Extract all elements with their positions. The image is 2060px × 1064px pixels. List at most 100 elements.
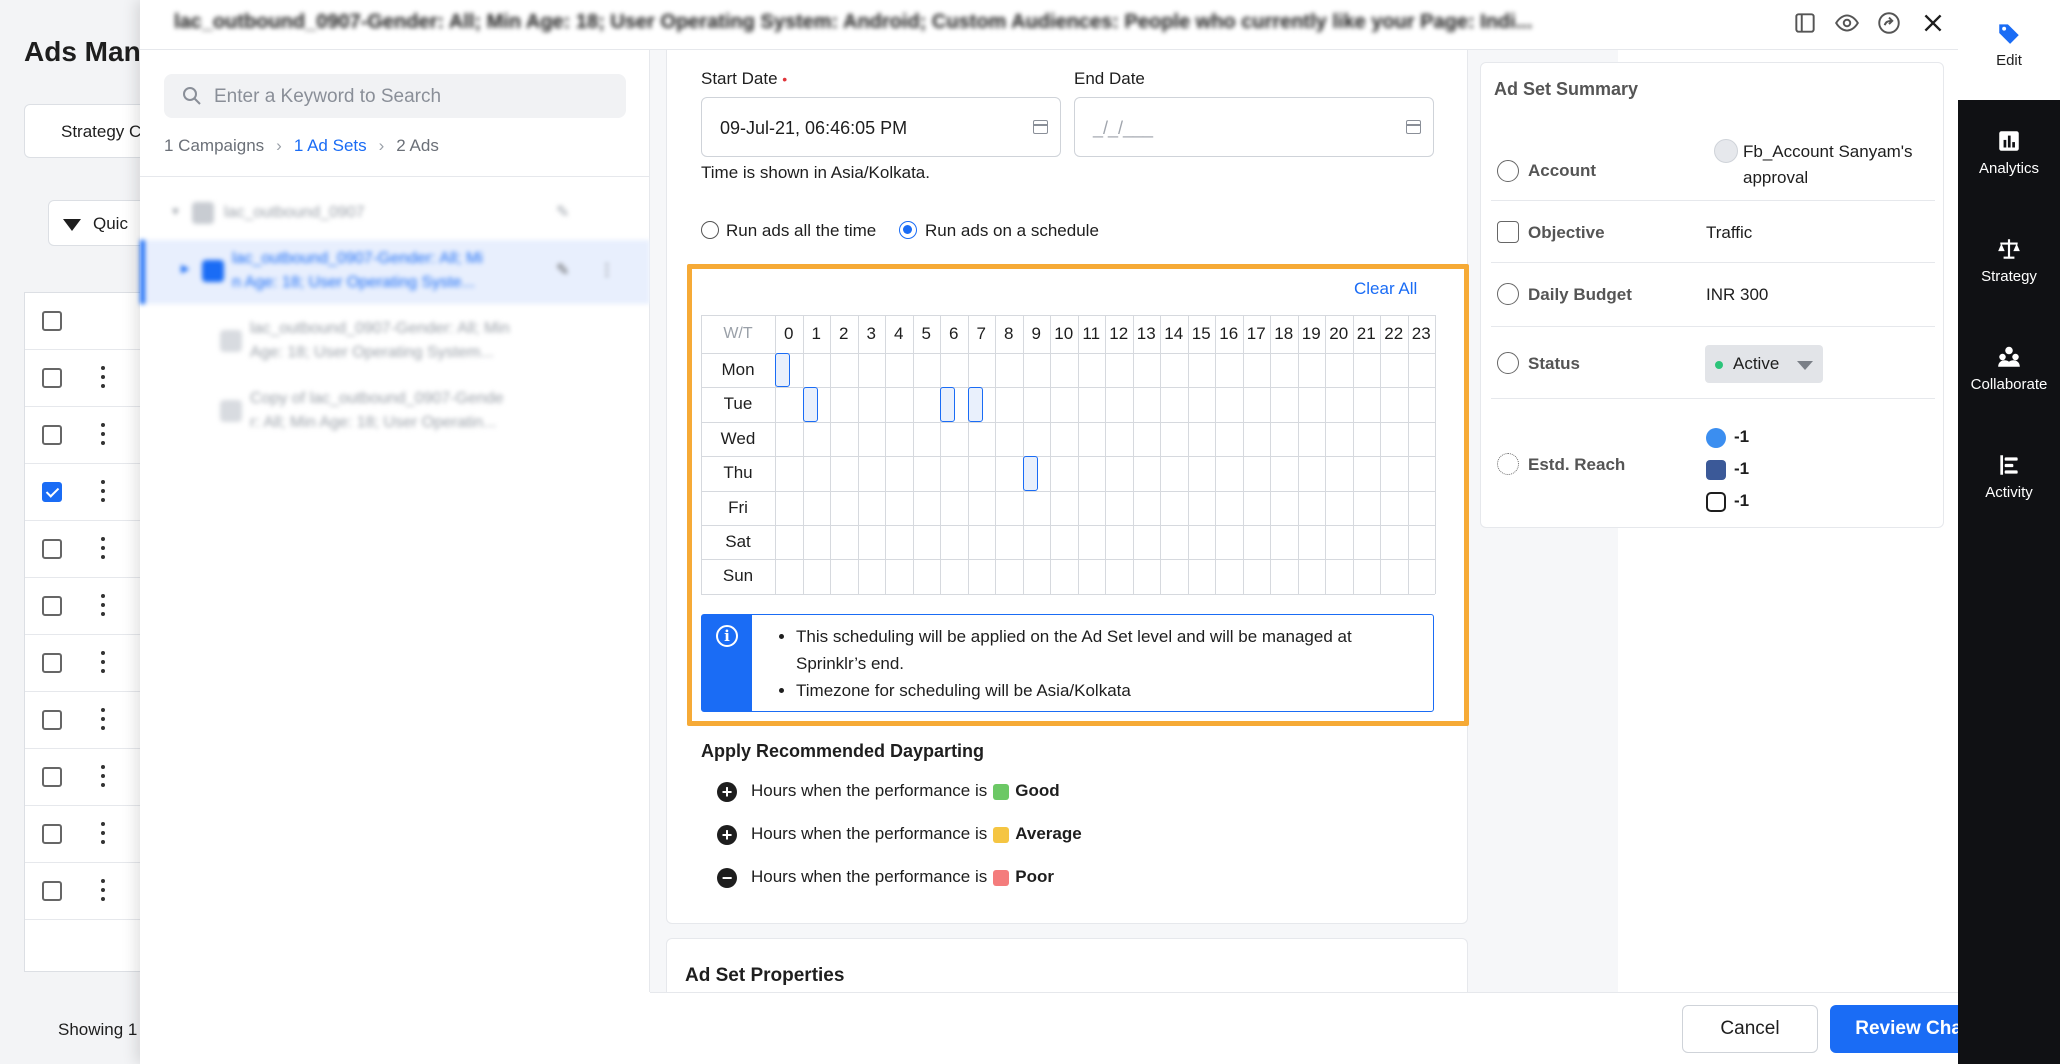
- plus-circle-icon[interactable]: +: [717, 781, 737, 802]
- breadcrumb-ad-sets[interactable]: 1 Ad Sets: [294, 136, 367, 155]
- selected-time-slot[interactable]: [802, 387, 818, 422]
- reach-values: -1 -1 -1: [1706, 421, 1749, 517]
- grid-line: [1077, 315, 1079, 594]
- select-all-checkbox[interactable]: [42, 311, 62, 331]
- filter-icon: [63, 218, 81, 231]
- row-checkbox[interactable]: [42, 368, 62, 388]
- row-checkbox[interactable]: [42, 881, 62, 901]
- edit-pencil-icon[interactable]: ✎: [556, 202, 569, 222]
- row-more-icon[interactable]: [101, 765, 105, 787]
- dayparting-average-row[interactable]: + Hours when the performance is Average: [717, 822, 1082, 846]
- end-date-placeholder: _/_/___: [1093, 118, 1154, 138]
- row-checkbox[interactable]: [42, 824, 62, 844]
- breadcrumb-campaigns[interactable]: 1 Campaigns: [164, 136, 264, 155]
- more-options-icon[interactable]: ⋮: [599, 260, 615, 280]
- status-dropdown[interactable]: Active: [1705, 345, 1823, 383]
- dayparting-good-row[interactable]: + Hours when the performance is Good: [717, 779, 1060, 803]
- info-strip: i: [702, 615, 752, 711]
- showing-count: Showing 1: [58, 1020, 138, 1039]
- row-checkbox[interactable]: [42, 767, 62, 787]
- row-checkbox[interactable]: [42, 596, 62, 616]
- row-more-icon[interactable]: [101, 423, 105, 445]
- row-more-icon[interactable]: [101, 651, 105, 673]
- start-date-field[interactable]: 09-Jul-21, 06:46:05 PM: [701, 97, 1061, 157]
- rail-collaborate[interactable]: Collaborate: [1958, 344, 2060, 393]
- row-more-icon[interactable]: [101, 708, 105, 730]
- row-checkbox[interactable]: [42, 539, 62, 559]
- search-input[interactable]: Enter a Keyword to Search: [164, 74, 626, 118]
- panel-toggle-icon[interactable]: [1792, 10, 1818, 36]
- row-checkbox[interactable]: [42, 653, 62, 673]
- dayparting-title: Apply Recommended Dayparting: [701, 741, 985, 761]
- plus-circle-icon[interactable]: +: [717, 824, 737, 845]
- campaign-icon: [192, 202, 214, 224]
- summary-title: Ad Set Summary: [1494, 79, 1639, 99]
- preview-eye-icon[interactable]: [1834, 10, 1860, 36]
- day-label: Sat: [725, 532, 751, 551]
- run-all-time-label[interactable]: Run ads all the time: [726, 221, 876, 241]
- breadcrumb-ads[interactable]: 2 Ads: [396, 136, 439, 155]
- minus-circle-icon[interactable]: −: [717, 867, 737, 888]
- required-marker: •: [782, 71, 788, 87]
- grid-line: [830, 315, 831, 594]
- clear-all-link[interactable]: Clear All: [1354, 279, 1417, 299]
- rail-analytics[interactable]: Analytics: [1958, 128, 2060, 177]
- account-value: Fb_Account Sanyam's approval: [1743, 142, 1913, 187]
- tree-item-ad-set[interactable]: ▶ lac_outbound_0907-Gender: All; Mi n Ag…: [140, 240, 650, 304]
- row-checkbox[interactable]: [42, 425, 62, 445]
- budget-label: Daily Budget: [1528, 285, 1632, 304]
- schedule-grid[interactable]: W/T 0 1 2 3 4 5 6 7 8 9 10 11 12 13 14 15 16 17 18 19 20 21 22 2…: [701, 315, 1436, 599]
- rail-strategy[interactable]: Strategy: [1958, 236, 2060, 285]
- row-more-icon[interactable]: [101, 879, 105, 901]
- hour-header: 19: [1301, 324, 1321, 343]
- tree-item-ad[interactable]: Copy of lac_outbound_0907-Gende r: All; …: [140, 380, 650, 444]
- tree-item-ad[interactable]: lac_outbound_0907-Gender: All; Min Age: …: [140, 310, 650, 374]
- share-icon[interactable]: [1876, 10, 1902, 36]
- end-date-label: End Date: [1074, 69, 1145, 88]
- calendar-icon[interactable]: [1033, 120, 1048, 134]
- grid-line: [1242, 315, 1244, 594]
- selected-time-slot[interactable]: [1022, 456, 1038, 491]
- row-checkbox[interactable]: [42, 710, 62, 730]
- grid-corner-label: W/T: [723, 325, 753, 342]
- run-all-time-radio[interactable]: [701, 221, 719, 239]
- end-date-field[interactable]: _/_/___: [1074, 97, 1434, 157]
- account-label: Account: [1528, 161, 1596, 180]
- run-on-schedule-radio[interactable]: [899, 221, 917, 239]
- dayparting-poor-row[interactable]: − Hours when the performance is Poor: [717, 865, 1054, 889]
- selected-time-slot[interactable]: [940, 387, 956, 422]
- dayparting-prefix: Hours when the performance is: [751, 867, 988, 886]
- day-label: Sun: [722, 566, 754, 586]
- objective-label: Objective: [1528, 223, 1605, 242]
- scale-icon: [1998, 239, 2020, 259]
- facebook-icon: [1706, 459, 1726, 480]
- tree-item-campaign[interactable]: ▼ lac_outbound_0907 ✎: [140, 190, 650, 236]
- row-more-icon[interactable]: [101, 480, 105, 502]
- row-more-icon[interactable]: [101, 537, 105, 559]
- run-on-schedule-label[interactable]: Run ads on a schedule: [925, 221, 1099, 241]
- info-icon: i: [716, 625, 738, 647]
- calendar-icon[interactable]: [1406, 120, 1421, 134]
- row-more-icon[interactable]: [101, 366, 105, 388]
- grid-line: [885, 315, 886, 594]
- selected-time-slot[interactable]: [775, 353, 791, 388]
- hour-header: 16: [1219, 324, 1239, 343]
- selected-time-slot[interactable]: [967, 387, 983, 422]
- rail-activity[interactable]: Activity: [1958, 452, 2060, 501]
- close-icon[interactable]: [1920, 10, 1946, 36]
- dayparting-prefix: Hours when the performance is: [751, 781, 988, 800]
- ad-icon: [220, 400, 242, 422]
- rail-edit[interactable]: Edit: [1958, 20, 2060, 69]
- cancel-button[interactable]: Cancel: [1682, 1005, 1818, 1053]
- day-label: Fri: [728, 497, 748, 517]
- row-more-icon[interactable]: [101, 822, 105, 844]
- row-more-icon[interactable]: [101, 594, 105, 616]
- edit-pencil-icon[interactable]: ✎: [556, 260, 569, 280]
- grid-line: [1435, 315, 1436, 594]
- info-list: This scheduling will be applied on the A…: [796, 623, 1416, 704]
- row-checkbox[interactable]: [42, 482, 62, 502]
- hour-header: 12: [1109, 324, 1129, 343]
- budget-icon: [1497, 283, 1519, 305]
- status-label: Status: [1528, 354, 1580, 373]
- hour-header: 14: [1164, 324, 1184, 343]
